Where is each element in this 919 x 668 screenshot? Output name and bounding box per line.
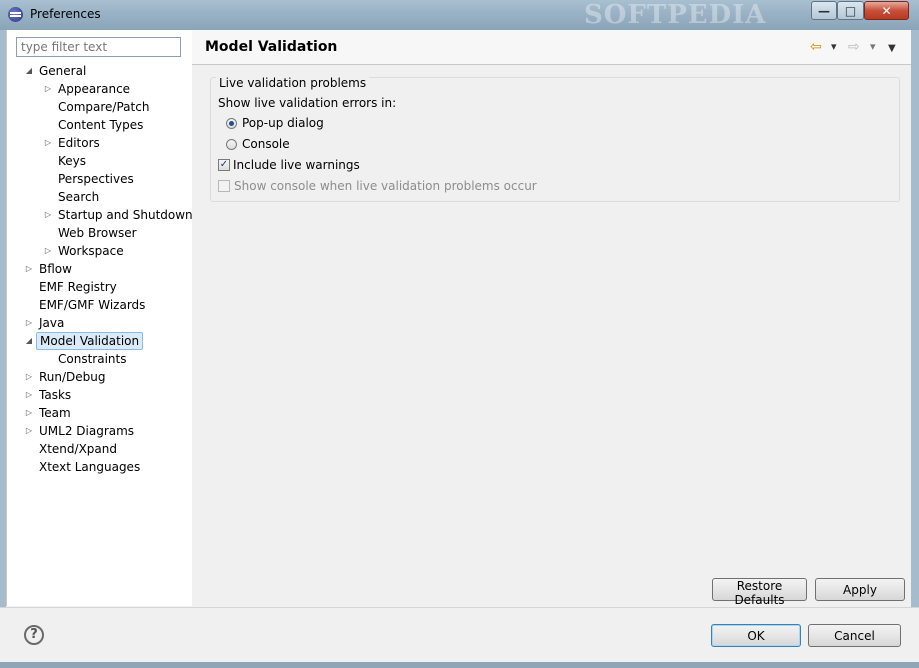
- softpedia-watermark: SOFTPEDIA: [584, 0, 767, 30]
- filter-input[interactable]: [16, 37, 181, 57]
- tree-item-label: General: [39, 64, 87, 78]
- forward-arrow-icon[interactable]: ⇨: [848, 39, 860, 55]
- maximize-icon: □: [844, 4, 857, 18]
- tree-item-label: Tasks: [39, 388, 72, 402]
- minimize-button[interactable]: —: [811, 1, 837, 20]
- include-warnings-checkbox[interactable]: ✓: [218, 159, 230, 171]
- tree-item-label: Java: [39, 316, 65, 330]
- tree-item-label: Content Types: [58, 118, 144, 132]
- collapsed-arrow-icon[interactable]: ▷: [24, 386, 34, 404]
- tree-item-label: Compare/Patch: [58, 100, 150, 114]
- tree-item-label: Editors: [58, 136, 100, 150]
- tree-item-label: Bflow: [39, 262, 72, 276]
- collapsed-arrow-icon[interactable]: ▷: [24, 368, 34, 386]
- restore-defaults-button[interactable]: Restore Defaults: [712, 578, 807, 607]
- cancel-button[interactable]: Cancel: [808, 624, 901, 647]
- show-errors-label: Show live validation errors in:: [218, 96, 397, 110]
- tree-item-label: Perspectives: [58, 172, 134, 186]
- collapsed-arrow-icon[interactable]: ▷: [24, 260, 34, 278]
- collapsed-arrow-icon[interactable]: ▷: [24, 422, 34, 440]
- collapsed-arrow-icon[interactable]: ▷: [24, 314, 34, 332]
- expanded-arrow-icon[interactable]: ◢: [24, 62, 34, 80]
- preferences-tree-panel: ◢ General ▷ Appearance Compare/Patch Content …: [6, 30, 193, 606]
- popup-dialog-label[interactable]: Pop-up dialog: [242, 116, 324, 130]
- page-header: Model Validation ⇦ ▾ ⇨ ▾ ▼: [192, 30, 911, 65]
- help-icon[interactable]: ?: [24, 625, 44, 645]
- preference-page: Model Validation ⇦ ▾ ⇨ ▾ ▼ Live validati…: [192, 30, 911, 607]
- tree-item-label: Search: [58, 190, 100, 204]
- tree-item-label: Xtend/Xpand: [39, 442, 117, 456]
- window-frame-bottom: [0, 662, 919, 668]
- back-arrow-icon[interactable]: ⇦: [810, 39, 822, 55]
- tree-item-label: Xtext Languages: [39, 460, 141, 474]
- console-radio[interactable]: [226, 139, 237, 150]
- radio-selected-dot: [229, 121, 234, 126]
- group-title: Live validation problems: [216, 76, 370, 90]
- tree-item-label: Keys: [58, 154, 87, 168]
- window-frame-right: [911, 30, 919, 662]
- console-label[interactable]: Console: [242, 137, 290, 151]
- back-history-dropdown-icon[interactable]: ▾: [831, 39, 837, 55]
- show-console-checkbox[interactable]: [218, 180, 230, 192]
- collapsed-arrow-icon[interactable]: ▷: [43, 242, 53, 260]
- forward-history-dropdown-icon[interactable]: ▾: [870, 39, 876, 55]
- tree-item-label: Constraints: [58, 352, 127, 366]
- dialog-button-bar: ? OK Cancel: [0, 607, 919, 663]
- eclipse-icon: [8, 7, 23, 22]
- maximize-button[interactable]: □: [837, 1, 864, 20]
- collapsed-arrow-icon[interactable]: ▷: [43, 206, 53, 224]
- tree-item-label: Workspace: [58, 244, 124, 258]
- collapsed-arrow-icon[interactable]: ▷: [24, 404, 34, 422]
- tree-item-label: UML2 Diagrams: [39, 424, 135, 438]
- collapsed-arrow-icon[interactable]: ▷: [43, 134, 53, 152]
- title-bar[interactable]: Preferences SOFTPEDIA — □ ✕: [0, 0, 919, 31]
- tree-item-label: Appearance: [58, 82, 131, 96]
- popup-dialog-radio[interactable]: [226, 118, 237, 129]
- tree-item-label: Web Browser: [58, 226, 137, 240]
- expanded-arrow-icon[interactable]: ◢: [24, 332, 34, 350]
- view-menu-icon[interactable]: ▼: [888, 41, 896, 57]
- collapsed-arrow-icon[interactable]: ▷: [43, 80, 53, 98]
- preferences-window: Preferences SOFTPEDIA — □ ✕ ◢ General ▷ App…: [0, 0, 919, 668]
- tree-item-label: Startup and Shutdown: [58, 208, 193, 222]
- tree-item-label: EMF Registry: [39, 280, 117, 294]
- tree-item-label: EMF/GMF Wizards: [39, 298, 146, 312]
- ok-button[interactable]: OK: [711, 624, 801, 647]
- tree-item-label: Model Validation: [36, 332, 144, 350]
- window-title: Preferences: [30, 7, 101, 21]
- close-button[interactable]: ✕: [864, 1, 909, 20]
- page-title: Model Validation: [205, 39, 338, 55]
- apply-button[interactable]: Apply: [815, 578, 905, 601]
- close-icon: ✕: [881, 4, 892, 18]
- show-console-label[interactable]: Show console when live validation proble…: [234, 179, 537, 193]
- include-warnings-label[interactable]: Include live warnings: [233, 158, 360, 172]
- tree-item-label: Team: [39, 406, 71, 420]
- minimize-icon: —: [818, 4, 830, 18]
- tree-item-label: Run/Debug: [39, 370, 106, 384]
